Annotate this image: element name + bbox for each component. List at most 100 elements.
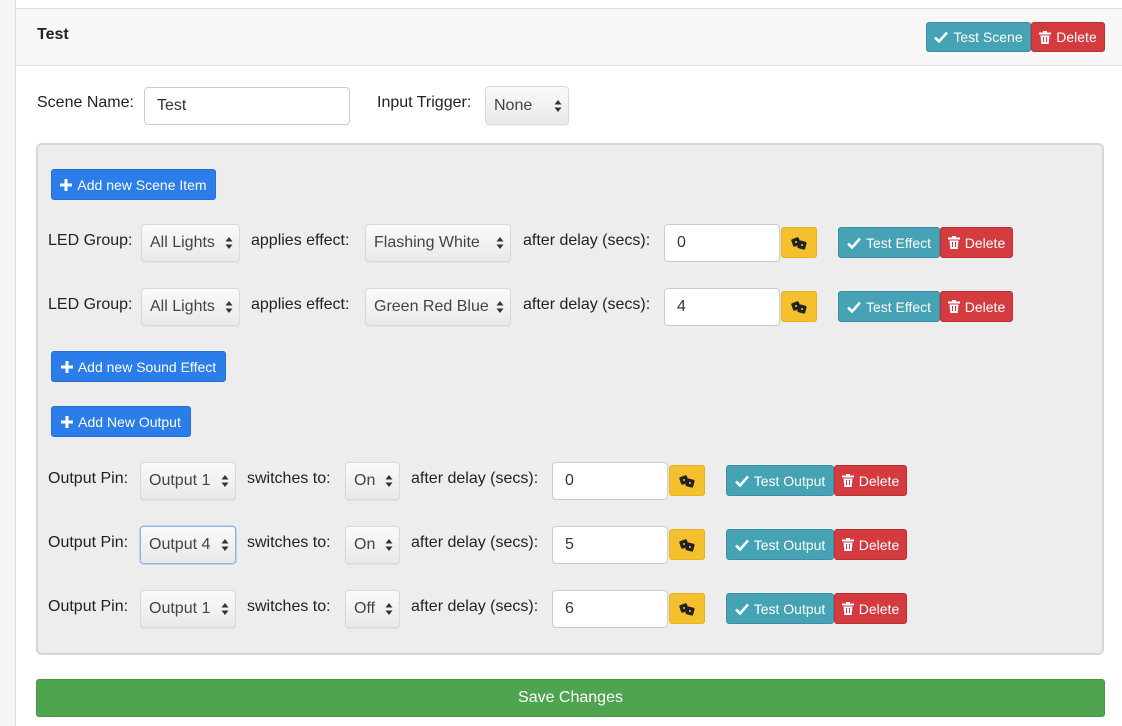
delete-effect-button[interactable]: Delete xyxy=(940,291,1013,322)
select-arrows-icon xyxy=(385,475,393,487)
effect-select[interactable]: Green Red Blue xyxy=(365,288,511,326)
after-delay-label: after delay (secs): xyxy=(523,232,651,249)
led-group-value: All Lights xyxy=(150,298,215,315)
input-trigger-select[interactable]: None xyxy=(485,86,569,125)
add-sound-effect-button[interactable]: Add new Sound Effect xyxy=(51,351,226,382)
effect-value: Green Red Blue xyxy=(374,298,489,315)
output-pin-label: Output Pin: xyxy=(48,598,129,615)
trash-icon xyxy=(841,538,854,551)
trash-icon xyxy=(841,474,854,487)
applies-effect-label: applies effect: xyxy=(251,232,350,249)
plus-icon xyxy=(61,415,74,428)
select-arrows-icon xyxy=(496,237,504,249)
dice-icon xyxy=(679,538,695,552)
delay-value: 4 xyxy=(677,298,686,315)
effect-select[interactable]: Flashing White xyxy=(365,224,511,262)
test-effect-button[interactable]: Test Effect xyxy=(838,291,940,322)
dice-icon xyxy=(791,236,807,250)
applies-effect-label: applies effect: xyxy=(251,296,350,313)
input-trigger-value: None xyxy=(494,96,533,114)
delay-value: 0 xyxy=(677,234,686,251)
scene-panel-header: Test Test Scene Delete xyxy=(16,9,1122,66)
test-output-label: Test Output xyxy=(753,600,826,617)
output-pin-select[interactable]: Output 1 xyxy=(140,590,236,628)
delay-input[interactable]: 4 xyxy=(664,288,780,326)
delay-value: 0 xyxy=(565,472,574,489)
test-scene-label: Test Scene xyxy=(953,29,1023,45)
output-state-value: On xyxy=(354,536,376,553)
add-output-button[interactable]: Add New Output xyxy=(51,406,191,437)
led-group-select[interactable]: All Lights xyxy=(141,288,240,326)
trash-icon xyxy=(841,602,854,615)
select-arrows-icon xyxy=(221,603,229,615)
delete-effect-label: Delete xyxy=(964,234,1006,251)
random-delay-button[interactable] xyxy=(669,465,705,496)
output-pin-label: Output Pin: xyxy=(48,470,129,487)
trash-icon xyxy=(947,236,960,249)
delete-scene-label: Delete xyxy=(1056,29,1097,45)
test-effect-button[interactable]: Test Effect xyxy=(838,227,940,258)
switches-to-label: switches to: xyxy=(247,598,331,615)
test-effect-label: Test Effect xyxy=(865,234,932,251)
delay-value: 5 xyxy=(565,536,574,553)
test-output-button[interactable]: Test Output xyxy=(726,593,834,624)
delay-input[interactable]: 0 xyxy=(664,224,780,262)
led-group-value: All Lights xyxy=(150,234,215,251)
output-pin-select[interactable]: Output 4 xyxy=(140,526,236,564)
after-delay-label: after delay (secs): xyxy=(411,534,539,551)
output-pin-value: Output 1 xyxy=(149,472,211,489)
test-output-button[interactable]: Test Output xyxy=(726,529,834,560)
select-arrows-icon xyxy=(496,301,504,313)
delete-output-label: Delete xyxy=(858,600,900,617)
delay-value: 6 xyxy=(565,600,574,617)
select-arrows-icon xyxy=(225,301,233,313)
scene-name-input[interactable]: Test xyxy=(144,87,350,125)
add-scene-item-button[interactable]: Add new Scene Item xyxy=(51,169,216,200)
switches-to-label: switches to: xyxy=(247,470,331,487)
check-icon xyxy=(847,301,861,313)
delay-input[interactable]: 5 xyxy=(552,526,668,564)
delete-output-button[interactable]: Delete xyxy=(834,529,907,560)
output-state-select[interactable]: On xyxy=(345,462,400,500)
test-output-button[interactable]: Test Output xyxy=(726,465,834,496)
select-arrows-icon xyxy=(385,539,393,551)
switches-to-label: switches to: xyxy=(247,534,331,551)
output-state-select[interactable]: Off xyxy=(345,590,400,628)
led-group-select[interactable]: All Lights xyxy=(141,224,240,262)
led-group-label: LED Group: xyxy=(48,232,133,249)
delete-output-button[interactable]: Delete xyxy=(834,593,907,624)
delete-effect-button[interactable]: Delete xyxy=(940,227,1013,258)
trash-icon xyxy=(947,300,960,313)
trash-icon xyxy=(1039,30,1052,44)
dice-icon xyxy=(679,602,695,616)
check-icon xyxy=(734,603,749,615)
add-output-label: Add New Output xyxy=(78,413,181,430)
select-arrows-icon xyxy=(554,99,562,112)
select-arrows-icon xyxy=(221,475,229,487)
random-delay-button[interactable] xyxy=(669,529,705,560)
dice-icon xyxy=(679,474,695,488)
random-delay-button[interactable] xyxy=(781,291,817,322)
random-delay-button[interactable] xyxy=(669,593,705,624)
output-state-select[interactable]: On xyxy=(345,526,400,564)
check-icon xyxy=(847,237,861,249)
random-delay-button[interactable] xyxy=(781,227,817,258)
test-scene-button[interactable]: Test Scene xyxy=(926,22,1031,52)
scene-items-well: Add new Scene Item LED Group: All Lights… xyxy=(36,143,1104,655)
delay-input[interactable]: 0 xyxy=(552,462,668,500)
save-changes-button[interactable]: Save Changes xyxy=(36,679,1105,717)
dice-icon xyxy=(791,300,807,314)
select-arrows-icon xyxy=(221,539,229,551)
delete-scene-button[interactable]: Delete xyxy=(1031,22,1105,52)
output-pin-label: Output Pin: xyxy=(48,534,129,551)
delay-input[interactable]: 6 xyxy=(552,590,668,628)
delete-output-button[interactable]: Delete xyxy=(834,465,907,496)
output-pin-select[interactable]: Output 1 xyxy=(140,462,236,500)
test-output-label: Test Output xyxy=(753,536,826,553)
select-arrows-icon xyxy=(385,603,393,615)
after-delay-label: after delay (secs): xyxy=(523,296,651,313)
output-state-value: Off xyxy=(354,600,376,617)
scene-title: Test xyxy=(37,26,69,43)
effect-value: Flashing White xyxy=(374,234,480,251)
output-state-value: On xyxy=(354,472,376,489)
